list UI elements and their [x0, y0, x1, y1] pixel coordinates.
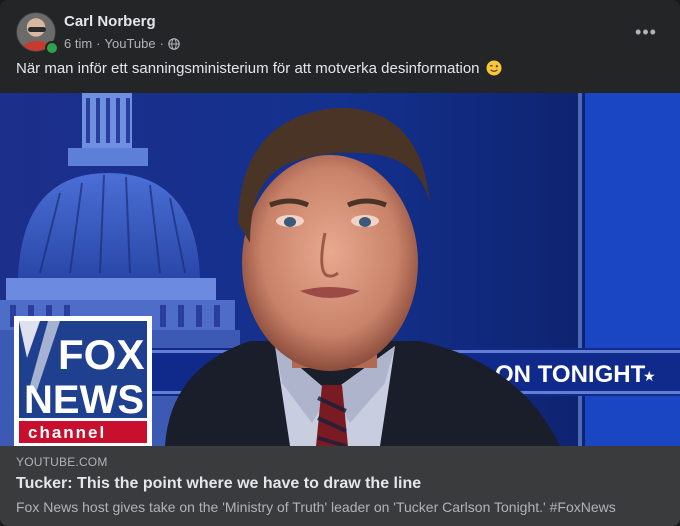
banner-text: ON TONIGHT — [495, 361, 646, 388]
logo-channel: channel — [28, 423, 106, 442]
banner-star: ★ — [643, 369, 656, 385]
post-source: YouTube — [104, 36, 156, 51]
wink-emoji-icon — [486, 60, 502, 76]
fox-news-logo: FOX NEWS channel — [14, 316, 152, 446]
post-text: När man inför ett sanningsministerium fö… — [16, 60, 502, 77]
post-meta: 6 tim · YouTube · — [64, 36, 180, 51]
link-description: Fox News host gives take on the 'Ministr… — [16, 499, 616, 515]
post-card: Carl Norberg 6 tim · YouTube · ••• När m… — [0, 0, 680, 526]
post-text-content: När man inför ett sanningsministerium fö… — [16, 60, 480, 77]
link-domain: YOUTUBE.COM — [16, 455, 108, 469]
online-status-icon — [45, 41, 59, 55]
link-title[interactable]: Tucker: This the point where we have to … — [16, 475, 421, 493]
author-name[interactable]: Carl Norberg — [64, 13, 156, 30]
post-header: Carl Norberg 6 tim · YouTube · ••• — [16, 12, 664, 55]
globe-icon[interactable] — [168, 37, 180, 50]
meta-separator: · — [159, 36, 164, 51]
more-options-icon: ••• — [635, 21, 657, 42]
link-preview[interactable]: YOUTUBE.COM Tucker: This the point where… — [0, 446, 680, 526]
logo-fox: FOX — [58, 331, 144, 378]
video-frame: ON TONIGHT ★ FOX NEWS channel — [0, 93, 680, 446]
more-options-button[interactable]: ••• — [628, 14, 664, 50]
video-thumbnail[interactable]: ON TONIGHT ★ FOX NEWS channel — [0, 93, 680, 446]
logo-news: NEWS — [24, 378, 144, 422]
meta-separator: · — [96, 36, 101, 51]
post-time[interactable]: 6 tim — [64, 36, 92, 51]
avatar-glasses — [28, 27, 46, 32]
